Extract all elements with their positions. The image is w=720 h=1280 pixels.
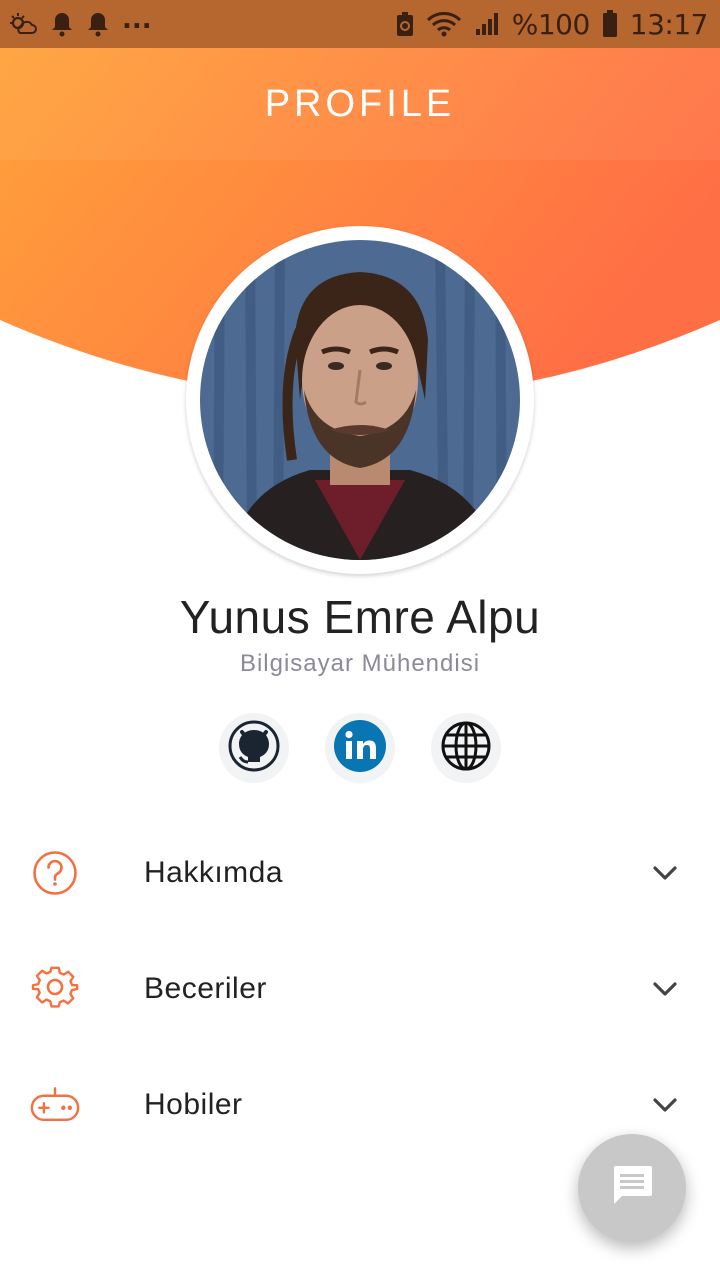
menu-item-beceriler[interactable]: Beceriler [0, 934, 720, 1044]
page-title: PROFILE [264, 82, 456, 125]
battery-percentage: %100 [511, 7, 591, 41]
github-icon [228, 720, 280, 777]
menu-item-label: Hakkımda [144, 856, 284, 889]
chat-fab-button[interactable] [578, 1134, 686, 1242]
avatar [200, 240, 520, 560]
profile-name: Yunus Emre Alpu [179, 591, 541, 643]
signal-icon [474, 9, 500, 39]
avatar-frame [186, 226, 534, 574]
chat-message-icon [610, 1164, 654, 1213]
notification-bell-icon [86, 9, 110, 39]
status-bar: ... %100 13:17 [0, 0, 720, 48]
chevron-down-icon[interactable] [650, 858, 680, 888]
weather-icon [8, 9, 38, 39]
more-notifications-indicator: ... [122, 5, 152, 35]
question-circle-icon [30, 848, 80, 898]
notification-bell-icon [50, 9, 74, 39]
menu-item-label: Hobiler [144, 1088, 243, 1121]
chevron-down-icon[interactable] [650, 974, 680, 1004]
linkedin-button[interactable] [325, 713, 395, 783]
website-button[interactable] [431, 713, 501, 783]
battery-saver-icon [396, 9, 414, 39]
gear-icon [30, 964, 80, 1014]
clock: 13:17 [629, 7, 709, 41]
battery-icon [602, 9, 618, 39]
globe-icon [440, 720, 492, 777]
github-button[interactable] [219, 713, 289, 783]
app-bar: PROFILE [0, 48, 720, 160]
menu-item-label: Beceriler [144, 972, 267, 1005]
gamepad-icon [30, 1080, 80, 1130]
linkedin-icon [334, 719, 386, 777]
social-links [0, 713, 720, 783]
chevron-down-icon[interactable] [650, 1090, 680, 1120]
wifi-icon [426, 9, 462, 39]
profile-subtitle: Bilgisayar Mühendisi [239, 650, 481, 677]
menu-item-hakkimda[interactable]: Hakkımda [0, 818, 720, 928]
